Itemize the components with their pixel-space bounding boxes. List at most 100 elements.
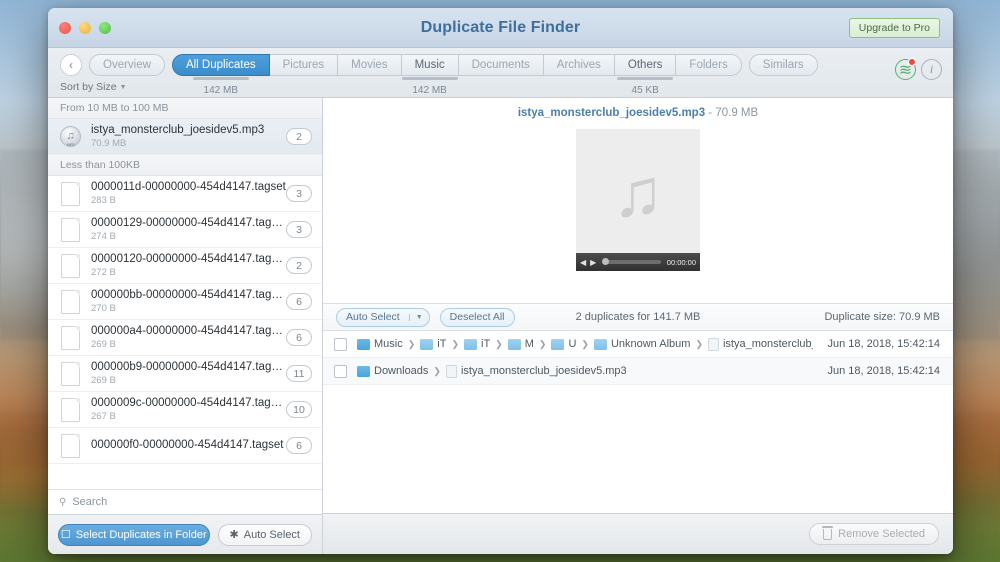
- tab-similars[interactable]: Similars: [749, 54, 818, 76]
- window-title: Duplicate File Finder: [48, 19, 953, 37]
- volume-icon[interactable]: ◀: [580, 258, 586, 267]
- row-checkbox[interactable]: [334, 338, 347, 351]
- close-button[interactable]: [59, 22, 71, 34]
- upgrade-to-pro-button[interactable]: Upgrade to Pro: [849, 18, 940, 38]
- duplicate-count-badge: 3: [286, 185, 312, 202]
- tab-documents[interactable]: Documents: [459, 54, 544, 76]
- tab-archives[interactable]: Archives: [544, 54, 615, 76]
- tab-others-label: Others: [628, 59, 663, 71]
- row-date: Jun 18, 2018, 15:42:14: [813, 338, 940, 350]
- folder-icon: [508, 339, 521, 350]
- tab-archives-label: Archives: [557, 59, 601, 71]
- list-item[interactable]: 0000009c-00000000-454d4147.tagset 267 B …: [48, 392, 322, 428]
- info-icon[interactable]: i: [921, 59, 942, 80]
- preview-title: istya_monsterclub_joesidev5.mp3 - 70.9 M…: [518, 107, 758, 119]
- tab-music[interactable]: Music 142 MB: [402, 54, 459, 76]
- playback-scrubber[interactable]: [602, 260, 660, 264]
- preview-file-size: - 70.9 MB: [705, 107, 758, 119]
- minimize-button[interactable]: [79, 22, 91, 34]
- folder-arrow-icon: ☐: [61, 528, 71, 541]
- tab-movies[interactable]: Movies: [338, 54, 401, 76]
- breadcrumb-item[interactable]: Downloads: [357, 365, 428, 377]
- folder-icon: [357, 339, 370, 350]
- back-button[interactable]: ‹: [60, 54, 82, 76]
- sort-control[interactable]: Sort by Size ▼: [48, 76, 323, 98]
- deselect-all-button[interactable]: Deselect All: [440, 308, 515, 327]
- chevron-down-icon[interactable]: ▼: [409, 314, 429, 321]
- duplicate-count-badge: 11: [286, 365, 312, 382]
- tab-others[interactable]: Others 45 KB: [615, 54, 677, 76]
- sidebar-action-bar: ☐ Select Duplicates in Folder ✱ Auto Sel…: [48, 514, 322, 554]
- play-icon[interactable]: ▶: [590, 258, 596, 267]
- breadcrumb-item[interactable]: istya_monsterclub_joesidev5.mp3: [708, 338, 813, 351]
- duplicates-list[interactable]: Music ❯ iT ❯ iT ❯: [323, 331, 953, 513]
- list-item[interactable]: 000000f0-00000000-454d4147.tagset 6: [48, 428, 322, 464]
- file-icon: [708, 338, 719, 351]
- list-item[interactable]: ♫MP3 istya_monsterclub_joesidev5.mp3 70.…: [48, 119, 322, 155]
- select-duplicates-in-folder-button[interactable]: ☐ Select Duplicates in Folder: [58, 524, 210, 546]
- file-size: 274 B: [91, 231, 286, 243]
- tab-pictures[interactable]: Pictures: [270, 54, 339, 76]
- breadcrumb-item[interactable]: Music: [357, 338, 403, 350]
- breadcrumb-label: Music: [374, 338, 403, 350]
- row-date: Jun 18, 2018, 15:42:14: [813, 365, 940, 377]
- list-item[interactable]: 00000120-00000000-454d4147.tagset 272 B …: [48, 248, 322, 284]
- remove-selected-button[interactable]: Remove Selected: [809, 523, 939, 545]
- file-size: 272 B: [91, 267, 286, 279]
- file-name: 0000011d-00000000-454d4147.tagset: [91, 180, 286, 194]
- window-traffic-lights: [59, 22, 111, 34]
- file-group-list[interactable]: From 10 MB to 100 MB ♫MP3 istya_monsterc…: [48, 98, 322, 489]
- duplicate-size-label: Duplicate size: 70.9 MB: [824, 311, 940, 323]
- row-checkbox[interactable]: [334, 365, 347, 378]
- folder-icon: [420, 339, 433, 350]
- zoom-button[interactable]: [99, 22, 111, 34]
- tab-pictures-label: Pictures: [283, 59, 325, 71]
- breadcrumb-item[interactable]: istya_monsterclub_joesidev5.mp3: [446, 365, 627, 378]
- auto-select-button[interactable]: ✱ Auto Select: [218, 524, 312, 546]
- document-file-icon: [60, 397, 82, 423]
- table-row[interactable]: Music ❯ iT ❯ iT ❯: [323, 331, 953, 358]
- file-meta: 00000120-00000000-454d4147.tagset 272 B: [91, 252, 286, 280]
- duplicate-count-badge: 6: [286, 329, 312, 346]
- tab-movies-label: Movies: [351, 59, 387, 71]
- notification-dot: [908, 58, 916, 66]
- scrubber-knob[interactable]: [602, 258, 609, 265]
- tab-music-size: 142 MB: [412, 85, 446, 96]
- file-meta: 0000009c-00000000-454d4147.tagset 267 B: [91, 396, 286, 424]
- tab-folders[interactable]: Folders: [676, 54, 741, 76]
- list-item[interactable]: 000000bb-00000000-454d4147.tagset 270 B …: [48, 284, 322, 320]
- footer-bar: Remove Selected: [323, 513, 953, 554]
- search-field[interactable]: ⚲ Search: [48, 489, 322, 514]
- breadcrumb-separator-icon: ❯: [433, 366, 441, 377]
- breadcrumb-label: U: [568, 338, 576, 350]
- breadcrumb: Music ❯ iT ❯ iT ❯: [357, 338, 813, 351]
- auto-select-dropdown-button[interactable]: Auto Select ▼: [336, 308, 430, 327]
- list-item[interactable]: 00000129-00000000-454d4147.tagset 274 B …: [48, 212, 322, 248]
- breadcrumb-item[interactable]: U: [551, 338, 576, 350]
- playback-time: 00:00:00: [667, 258, 696, 267]
- breadcrumb-item[interactable]: Unknown Album: [594, 338, 691, 350]
- breadcrumb-file-label: istya_monsterclub_joesidev5.mp3: [461, 365, 627, 377]
- breadcrumb-item[interactable]: iT: [420, 338, 446, 350]
- file-size: 269 B: [91, 375, 286, 387]
- file-name: 00000129-00000000-454d4147.tagset: [91, 216, 286, 230]
- tab-overview-label: Overview: [103, 59, 151, 71]
- breadcrumb-label: iT: [481, 338, 490, 350]
- breadcrumb-item[interactable]: iT: [464, 338, 490, 350]
- select-duplicates-label: Select Duplicates in Folder: [76, 529, 207, 541]
- list-item[interactable]: 000000a4-00000000-454d4147.tagset 269 B …: [48, 320, 322, 356]
- deselect-all-label: Deselect All: [441, 311, 514, 323]
- tab-all-duplicates[interactable]: All Duplicates 142 MB: [172, 54, 270, 76]
- file-meta: 000000a4-00000000-454d4147.tagset 269 B: [91, 324, 286, 352]
- broadcast-icon[interactable]: ≋: [895, 59, 916, 80]
- table-row[interactable]: Downloads ❯ istya_monsterclub_joesidev5.…: [323, 358, 953, 385]
- audio-player-controls[interactable]: ◀ ▶ 00:00:00: [576, 253, 700, 271]
- tab-others-underline: [617, 77, 673, 80]
- tab-overview[interactable]: Overview: [89, 54, 165, 76]
- list-item[interactable]: 000000b9-00000000-454d4147.tagset 269 B …: [48, 356, 322, 392]
- breadcrumb-item[interactable]: M: [508, 338, 534, 350]
- breadcrumb-separator-icon: ❯: [539, 339, 547, 350]
- list-item[interactable]: 0000011d-00000000-454d4147.tagset 283 B …: [48, 176, 322, 212]
- duplicate-count-badge: 6: [286, 437, 312, 454]
- file-size: 70.9 MB: [91, 138, 286, 150]
